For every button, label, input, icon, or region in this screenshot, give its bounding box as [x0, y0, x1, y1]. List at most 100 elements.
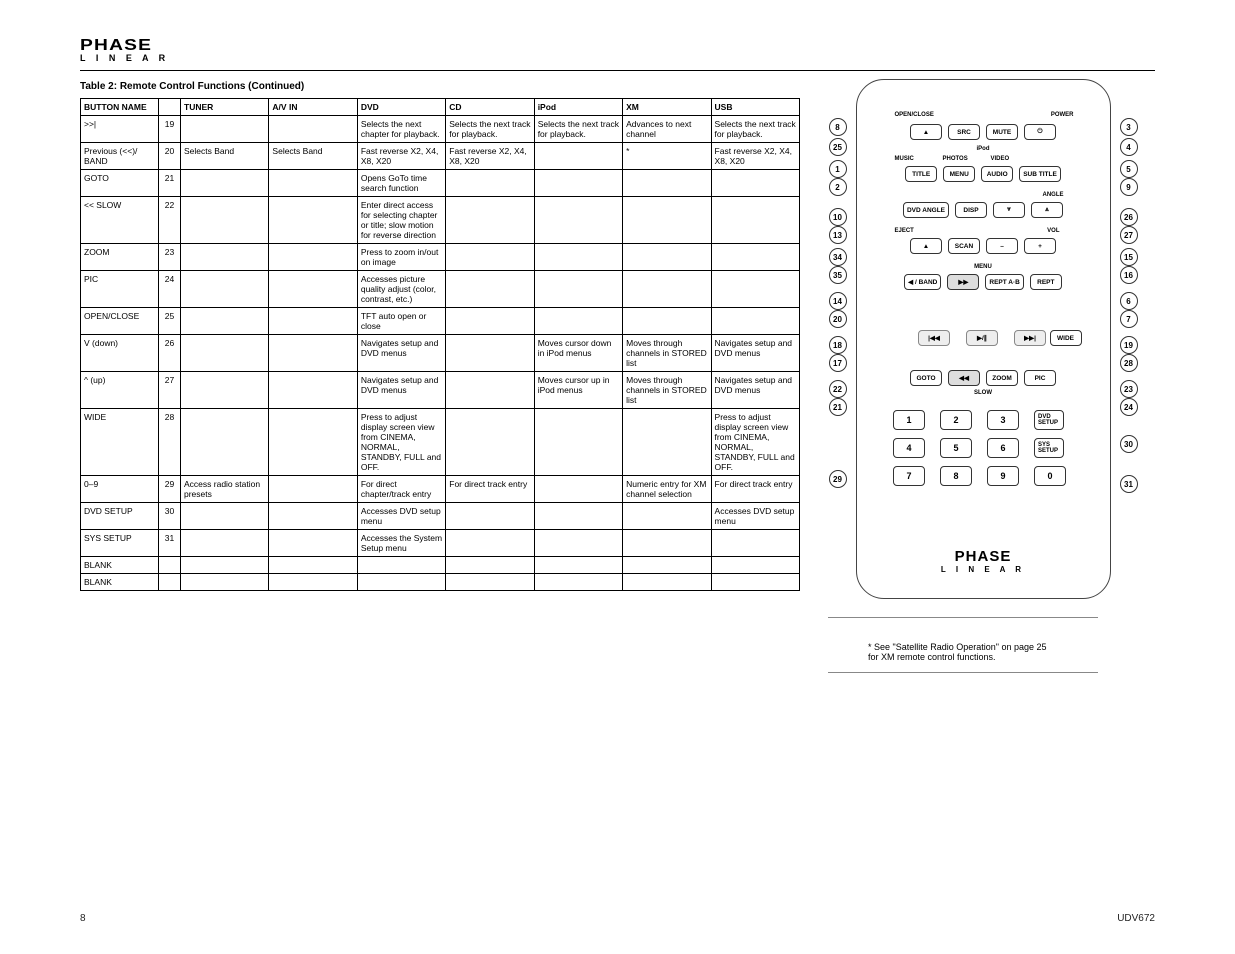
cell: 20 [159, 143, 181, 170]
cell [269, 170, 357, 197]
cell: 0–9 [81, 476, 159, 503]
btn-ff[interactable]: ▶▶ [947, 274, 979, 290]
label-photos: PHOTOS [943, 156, 968, 162]
cell: Moves through channels in STORED list [623, 372, 711, 409]
table-row: SYS SETUP31Accesses the System Setup men… [81, 530, 800, 557]
cell [181, 308, 269, 335]
table-row: DVD SETUP30Accesses DVD setup menuAccess… [81, 503, 800, 530]
btn-3[interactable]: 3 [987, 410, 1019, 430]
table-title: Table 2: Remote Control Functions (Conti… [80, 81, 800, 92]
btn-zoom[interactable]: ZOOM [986, 370, 1018, 386]
btn-rept-ab[interactable]: REPT A·B [985, 274, 1023, 290]
cell [446, 244, 534, 271]
cell [181, 271, 269, 308]
col-header: DVD [357, 99, 445, 116]
cell [711, 170, 799, 197]
btn-dvd-setup[interactable]: DVD SETUP [1034, 410, 1064, 430]
callout-5: 5 [1120, 160, 1138, 178]
btn-subtitle[interactable]: SUB TITLE [1019, 166, 1061, 182]
label-music: MUSIC [895, 156, 914, 162]
cell [534, 271, 622, 308]
cell [534, 409, 622, 476]
label-menu-grp: MENU [857, 264, 1110, 270]
btn-vol-plus[interactable]: + [1024, 238, 1056, 254]
btn-band[interactable]: ◀ / BAND [904, 274, 941, 290]
cell: Press to adjust display screen view from… [711, 409, 799, 476]
btn-src[interactable]: SRC [948, 124, 980, 140]
cell [446, 170, 534, 197]
btn-dvd-angle[interactable]: DVD ANGLE [903, 202, 949, 218]
cell [711, 557, 799, 574]
cell: Numeric entry for XM channel selection [623, 476, 711, 503]
cell: * [623, 143, 711, 170]
cell: Selects Band [181, 143, 269, 170]
btn-angle-up[interactable]: ⩓ [1031, 202, 1063, 218]
callout-21: 21 [829, 398, 847, 416]
btn-eject-top[interactable]: ▲ [910, 124, 942, 140]
btn-vol-minus[interactable]: – [986, 238, 1018, 254]
cell [623, 170, 711, 197]
callout-9: 9 [1120, 178, 1138, 196]
btn-sys-setup[interactable]: SYS SETUP [1034, 438, 1064, 458]
btn-angle-down[interactable]: ⩔ [993, 202, 1025, 218]
btn-menu[interactable]: MENU [943, 166, 975, 182]
cell: 29 [159, 476, 181, 503]
table-row: V (down)26Navigates setup and DVD menusM… [81, 335, 800, 372]
cell: Accesses picture quality adjust (color, … [357, 271, 445, 308]
btn-rept[interactable]: REPT [1030, 274, 1062, 290]
cell [269, 574, 357, 591]
cell [269, 530, 357, 557]
cell: Navigates setup and DVD menus [711, 335, 799, 372]
btn-audio[interactable]: AUDIO [981, 166, 1013, 182]
btn-wide[interactable]: WIDE [1050, 330, 1082, 346]
callout-19: 19 [1120, 336, 1138, 354]
btn-4[interactable]: 4 [893, 438, 925, 458]
cell: Moves cursor up in iPod menus [534, 372, 622, 409]
cell [269, 503, 357, 530]
btn-7[interactable]: 7 [893, 466, 925, 486]
cell: 24 [159, 271, 181, 308]
btn-eject[interactable]: ▲ [910, 238, 942, 254]
callout-6: 6 [1120, 292, 1138, 310]
cell [623, 244, 711, 271]
callout-1: 1 [829, 160, 847, 178]
btn-power[interactable]: ⏻ [1024, 124, 1056, 140]
cell: PIC [81, 271, 159, 308]
btn-6[interactable]: 6 [987, 438, 1019, 458]
remote-logo: PHASE L I N E A R [857, 548, 1110, 574]
cell [534, 143, 622, 170]
btn-goto[interactable]: GOTO [910, 370, 942, 386]
btn-2[interactable]: 2 [940, 410, 972, 430]
cell: Advances to next channel [623, 116, 711, 143]
btn-8[interactable]: 8 [940, 466, 972, 486]
cell [269, 244, 357, 271]
btn-scan[interactable]: SCAN [948, 238, 980, 254]
cell [181, 372, 269, 409]
btn-title[interactable]: TITLE [905, 166, 937, 182]
footnote: * See "Satellite Radio Operation" on pag… [828, 628, 1098, 673]
btn-mute[interactable]: MUTE [986, 124, 1018, 140]
callout-25: 25 [829, 138, 847, 156]
cell: 25 [159, 308, 181, 335]
callout-30: 30 [1120, 435, 1138, 453]
btn-disp[interactable]: DISP [955, 202, 987, 218]
remote-functions-table: BUTTON NAMETUNERA/V INDVDCDiPodXMUSB >>|… [80, 98, 800, 591]
cell: Selects the next track for playback. [534, 116, 622, 143]
footnote-rule-top [828, 617, 1098, 628]
cell [623, 503, 711, 530]
model-number: UDV672 [1117, 913, 1155, 924]
cell [446, 574, 534, 591]
btn-rw[interactable]: ◀◀ [948, 370, 980, 386]
cell [623, 308, 711, 335]
cell [159, 557, 181, 574]
btn-pic[interactable]: PIC [1024, 370, 1056, 386]
cell: Navigates setup and DVD menus [357, 372, 445, 409]
cell [269, 409, 357, 476]
cell: 23 [159, 244, 181, 271]
callout-18: 18 [829, 336, 847, 354]
btn-1[interactable]: 1 [893, 410, 925, 430]
cell: << SLOW [81, 197, 159, 244]
btn-9[interactable]: 9 [987, 466, 1019, 486]
btn-0[interactable]: 0 [1034, 466, 1066, 486]
btn-5[interactable]: 5 [940, 438, 972, 458]
